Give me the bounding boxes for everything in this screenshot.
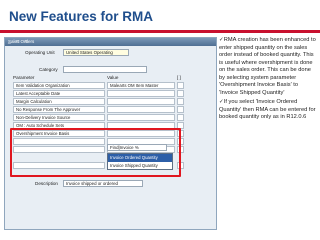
row-checkbox[interactable]: [177, 82, 184, 89]
parameter-name[interactable]: Margin Calculation: [13, 98, 105, 105]
title-divider: [0, 30, 320, 33]
parameter-value[interactable]: [107, 106, 175, 113]
table-row[interactable]: Margin Calculation: [13, 98, 213, 105]
row-checkbox[interactable]: [177, 114, 184, 121]
parameter-column-header: Parameter: [13, 75, 35, 80]
window-titlebar: Sales Orders _ □ ×: [5, 38, 216, 46]
operating-unit-label: Operating Unit: [25, 50, 55, 55]
category-field[interactable]: [63, 66, 147, 73]
flag-column-header: [ ]: [177, 75, 181, 80]
parameter-value[interactable]: [107, 98, 175, 105]
row-checkbox[interactable]: [177, 90, 184, 97]
operating-unit-field[interactable]: United States Operating: [63, 49, 129, 56]
parameter-name[interactable]: No Response From The Approver: [13, 106, 105, 113]
parameter-value[interactable]: [107, 114, 175, 121]
highlight-annotation: [10, 128, 181, 177]
parameter-name[interactable]: Non-Delivery Invoice Source: [13, 114, 105, 121]
system-parameters-window: Sales Orders _ □ × Operating Unit United…: [4, 37, 217, 230]
slide-title: New Features for RMA: [9, 9, 154, 24]
value-column-header: Value: [107, 75, 119, 80]
parameter-name[interactable]: Item Validation Organization: [13, 82, 105, 89]
note-ordered-quantity: ✓If you select 'Invoice Ordered Quantity…: [219, 99, 316, 121]
table-row[interactable]: No Response From The Approver: [13, 106, 213, 113]
category-label: Category: [39, 67, 58, 72]
note-shipped-quantity: ✓RMA creation has been enhanced to enter…: [219, 37, 316, 96]
description-label: Description: [35, 181, 58, 186]
feature-notes: ✓RMA creation has been enhanced to enter…: [219, 37, 317, 124]
row-checkbox[interactable]: [177, 106, 184, 113]
parameter-value[interactable]: Malearts OM Item Master: [107, 82, 175, 89]
parameter-name[interactable]: Latest Acceptable Date: [13, 90, 105, 97]
table-row[interactable]: Non-Delivery Invoice Source: [13, 114, 213, 121]
parameter-value[interactable]: [107, 90, 175, 97]
table-row[interactable]: Item Validation Organization Malearts OM…: [13, 82, 213, 89]
description-field[interactable]: Invoice shipped or ordered: [63, 180, 143, 187]
window-controls[interactable]: _ □ ×: [8, 38, 213, 46]
table-row[interactable]: Latest Acceptable Date: [13, 90, 213, 97]
row-checkbox[interactable]: [177, 98, 184, 105]
